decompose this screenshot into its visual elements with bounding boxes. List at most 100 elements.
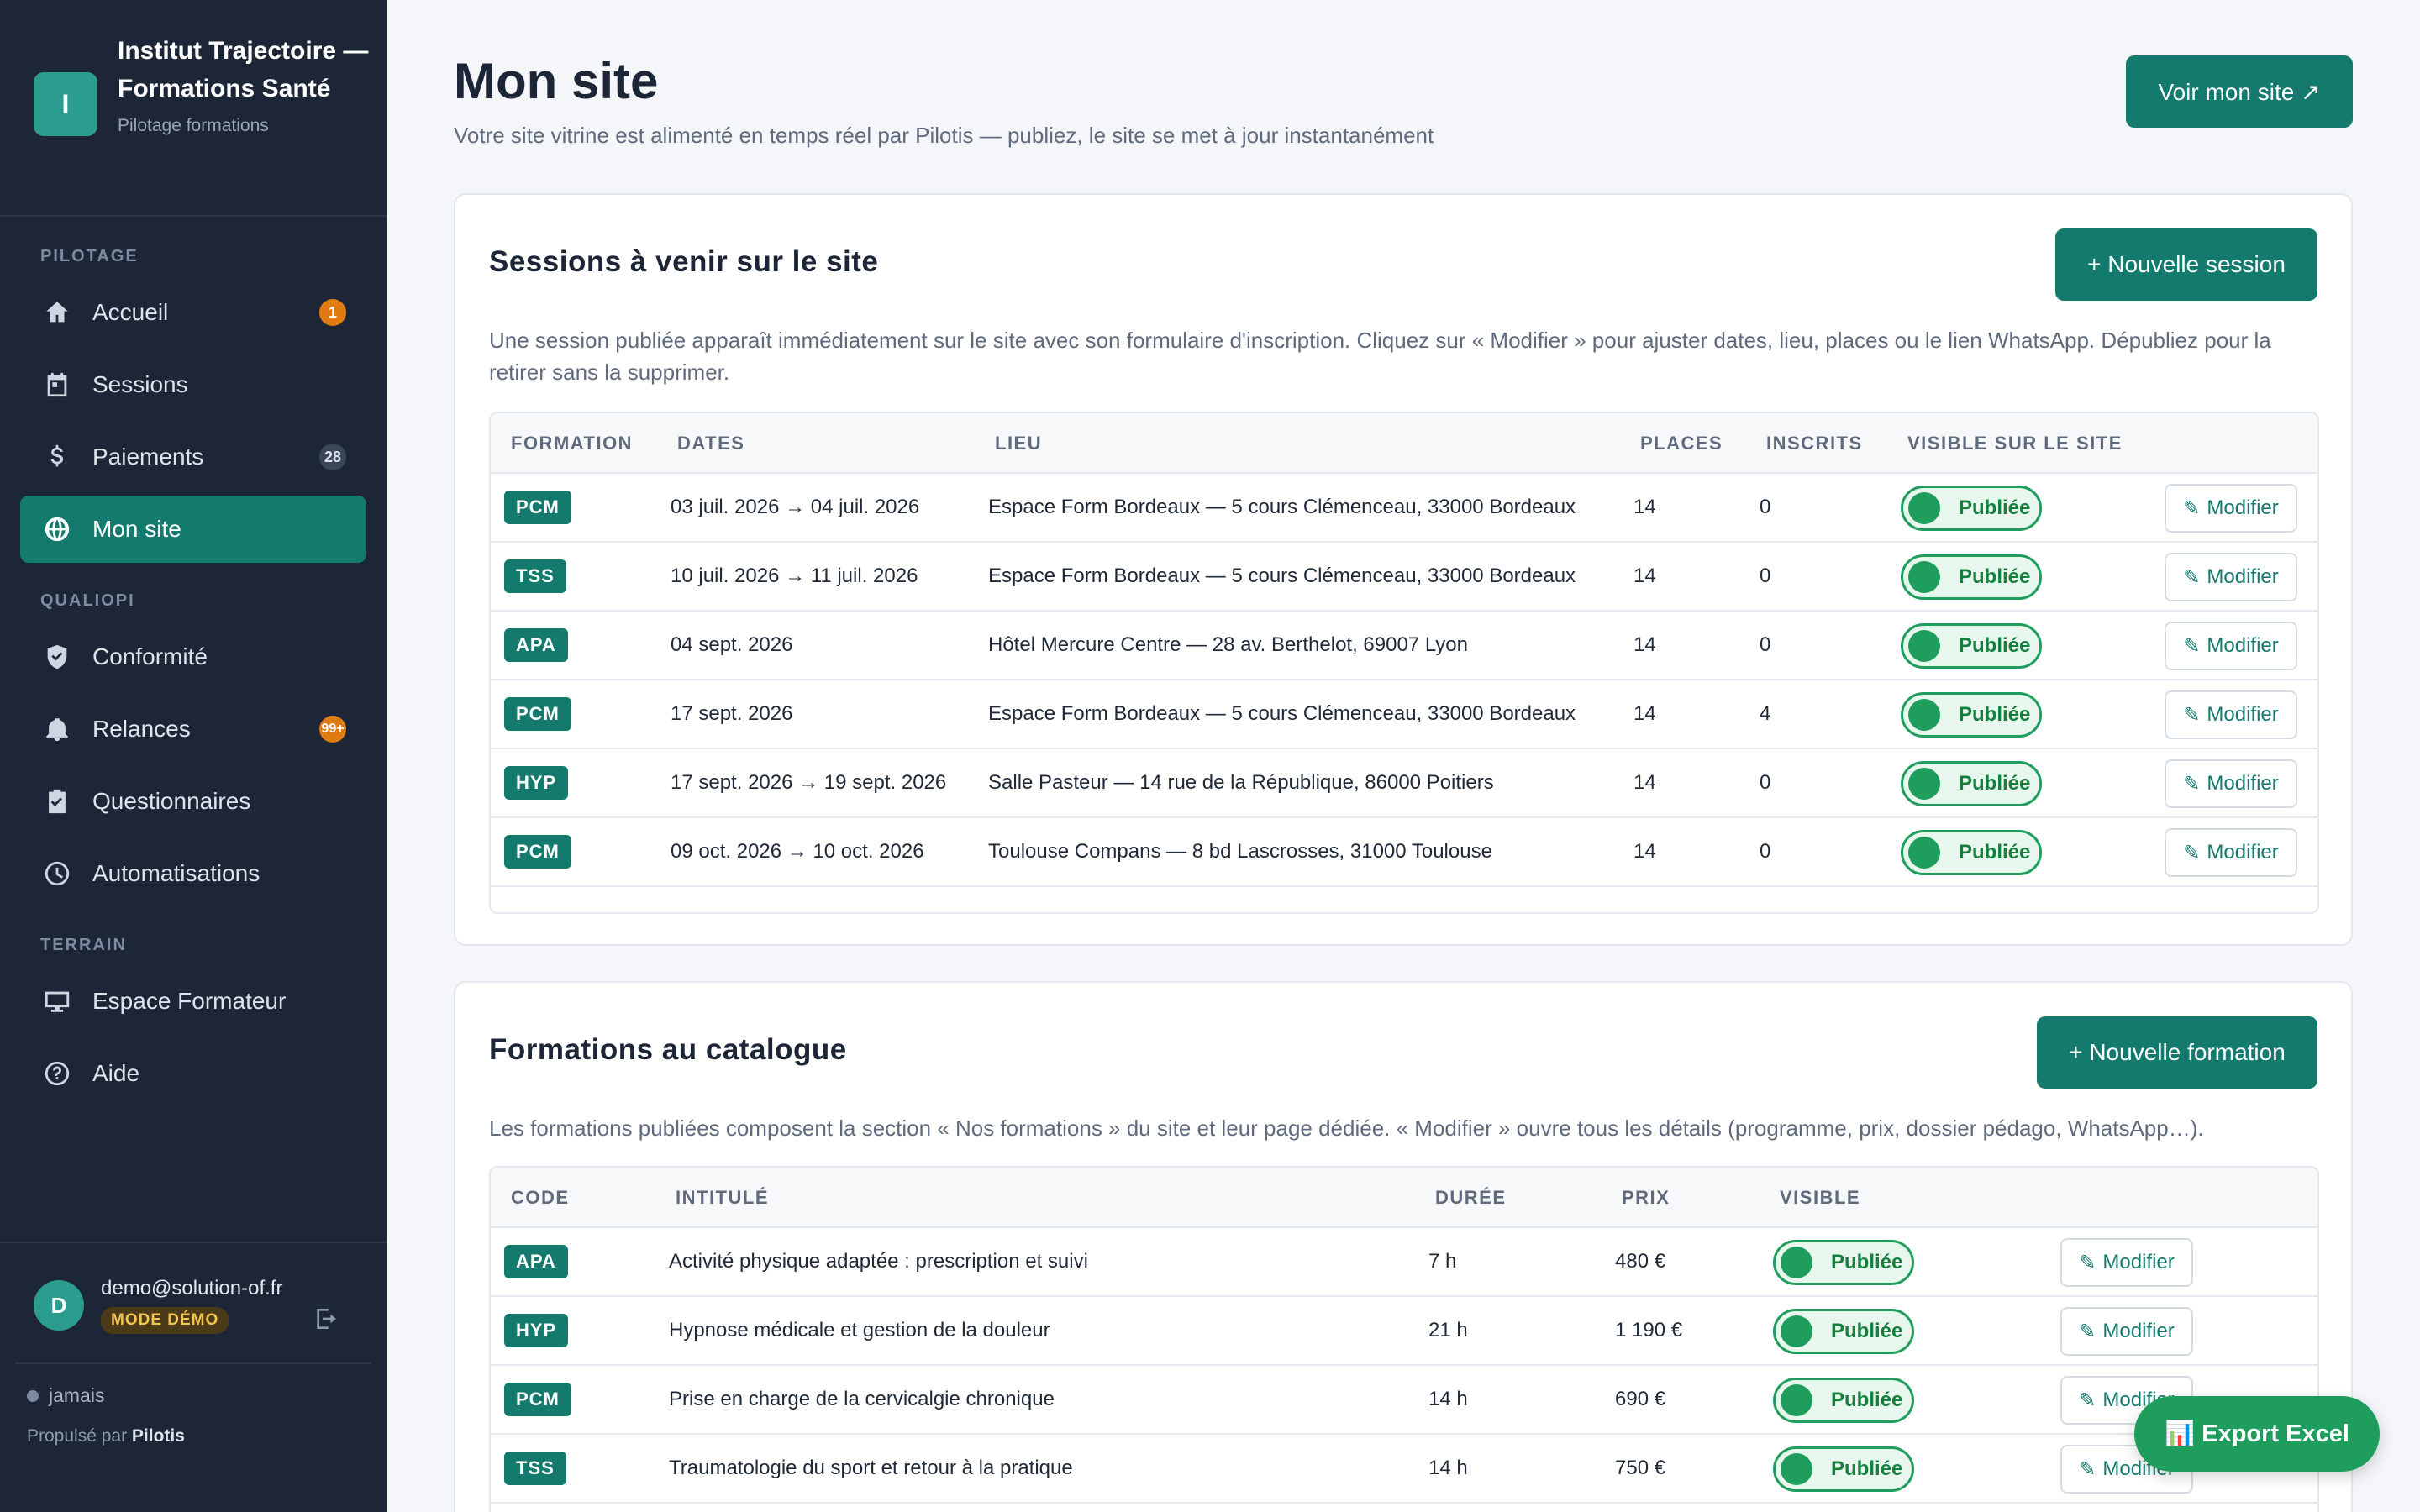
brand-name: Institut Trajectoire — Formations Santé: [118, 37, 369, 102]
formation-duration: 14 h: [1428, 1388, 1468, 1410]
session-dates: 17 sept. 2026: [671, 702, 793, 725]
table-row: PCM 09 oct. 2026 → 10 oct. 2026 Toulouse C…: [491, 818, 2317, 887]
edit-session-button[interactable]: ✎ Modifier: [2165, 622, 2297, 670]
sidebar-item-espace-formateur[interactable]: Espace Formateur: [20, 968, 366, 1035]
session-enrolled: 0: [1760, 564, 1771, 587]
logout-icon[interactable]: [313, 1305, 339, 1332]
pencil-icon: ✎: [2183, 703, 2201, 727]
calendar-icon: [40, 368, 74, 402]
session-places: 14: [1634, 840, 1656, 863]
catalog-card-title: Formations au catalogue: [489, 1033, 847, 1066]
home-icon: [40, 296, 74, 329]
visibility-toggle[interactable]: Publiée: [1901, 486, 2042, 531]
visibility-toggle[interactable]: Publiée: [1901, 692, 2042, 738]
column-header: DATES: [677, 433, 745, 454]
edit-label: Modifier: [2207, 703, 2279, 726]
sidebar-item-sessions[interactable]: Sessions: [20, 351, 366, 418]
visibility-toggle[interactable]: Publiée: [1773, 1240, 1914, 1285]
session-enrolled: 0: [1760, 496, 1771, 518]
export-excel-button[interactable]: 📊 Export Excel: [2134, 1396, 2380, 1472]
divider: [15, 1362, 371, 1364]
formation-code-tag: PCM: [504, 1383, 571, 1416]
edit-label: Modifier: [2207, 496, 2279, 519]
user-panel: D demo@solution-of.fr MODE DÉMO: [0, 1242, 387, 1334]
sidebar-item-conformite[interactable]: Conformité: [20, 623, 366, 690]
sidebar-item-label: Automatisations: [92, 860, 260, 886]
notification-badge: 99+: [319, 716, 346, 743]
sidebar-item-aide[interactable]: Aide: [20, 1040, 366, 1107]
edit-session-button[interactable]: ✎ Modifier: [2165, 690, 2297, 739]
sidebar-item-automatisations[interactable]: Automatisations: [20, 840, 366, 907]
visibility-toggle[interactable]: Publiée: [1901, 830, 2042, 875]
formation-code-tag: PCM: [504, 491, 571, 524]
sidebar-item-label: Mon site: [92, 516, 182, 542]
session-places: 14: [1634, 633, 1656, 656]
column-header: PLACES: [1640, 433, 1723, 454]
visibility-toggle[interactable]: Publiée: [1773, 1309, 1914, 1354]
toggle-knob: [1908, 561, 1940, 593]
session-location: Salle Pasteur — 14 rue de la République,…: [988, 771, 1494, 794]
toggle-knob: [1908, 768, 1940, 800]
session-location: Espace Form Bordeaux — 5 cours Clémencea…: [988, 702, 1576, 725]
monitor-icon: [40, 984, 74, 1018]
catalog-card-description: Les formations publiées composent la sec…: [489, 1116, 2204, 1141]
toggle-knob: [1781, 1384, 1812, 1416]
new-formation-button[interactable]: + Nouvelle formation: [2037, 1016, 2317, 1089]
edit-session-button[interactable]: ✎ Modifier: [2165, 553, 2297, 601]
visibility-toggle[interactable]: Publiée: [1901, 554, 2042, 600]
formation-price: 1 190 €: [1615, 1319, 1683, 1341]
column-header: PRIX: [1622, 1187, 1670, 1208]
edit-formation-button[interactable]: ✎ Modifier: [2060, 1307, 2193, 1356]
sidebar-item-questionnaires[interactable]: Questionnaires: [20, 768, 366, 835]
brand-subtitle: Pilotage formations: [118, 116, 269, 135]
formation-title: Traumatologie du sport et retour à la pr…: [669, 1457, 1073, 1479]
toggle-label: Publiée: [1959, 496, 2031, 519]
session-location: Espace Form Bordeaux — 5 cours Clémencea…: [988, 496, 1576, 518]
session-places: 14: [1634, 702, 1656, 725]
session-dates: 10 juil. 2026 → 11 juil. 2026: [671, 564, 918, 587]
formation-title: Prise en charge de la cervicalgie chroni…: [669, 1388, 1055, 1410]
edit-session-button[interactable]: ✎ Modifier: [2165, 484, 2297, 533]
table-row: HYP 17 sept. 2026 → 19 sept. 2026 Salle Pa…: [491, 749, 2317, 818]
toggle-label: Publiée: [1959, 841, 2031, 864]
new-session-button[interactable]: + Nouvelle session: [2055, 228, 2317, 301]
sidebar-item-mon-site[interactable]: Mon site: [20, 496, 366, 563]
session-dates: 09 oct. 2026 → 10 oct. 2026: [671, 840, 924, 863]
visibility-toggle[interactable]: Publiée: [1773, 1378, 1914, 1423]
edit-session-button[interactable]: ✎ Modifier: [2165, 759, 2297, 808]
edit-formation-button[interactable]: ✎ Modifier: [2060, 1238, 2193, 1287]
edit-label: Modifier: [2207, 634, 2279, 657]
visibility-toggle[interactable]: Publiée: [1901, 623, 2042, 669]
toggle-knob: [1908, 699, 1940, 731]
formation-price: 480 €: [1615, 1250, 1666, 1273]
catalog-card: Formations au catalogue + Nouvelle forma…: [454, 981, 2353, 1512]
edit-session-button[interactable]: ✎ Modifier: [2165, 828, 2297, 877]
section-label-terrain: TERRAIN: [40, 936, 127, 954]
toggle-knob: [1908, 492, 1940, 524]
sync-status-text: jamais: [49, 1384, 105, 1406]
formation-code-tag: TSS: [504, 559, 566, 593]
formation-price: 750 €: [1615, 1457, 1666, 1479]
toggle-knob: [1781, 1315, 1812, 1347]
pencil-icon: ✎: [2079, 1320, 2096, 1343]
column-header: INSCRITS: [1766, 433, 1863, 454]
main-content: Mon site Votre site vitrine est alimenté…: [387, 0, 2420, 1512]
sidebar-item-label: Accueil: [92, 299, 169, 325]
shield-check-icon: [40, 640, 74, 674]
toggle-label: Publiée: [1959, 772, 2031, 795]
pencil-icon: ✎: [2183, 772, 2201, 795]
pencil-icon: ✎: [2079, 1389, 2096, 1412]
sidebar-item-relances[interactable]: Relances 99+: [20, 696, 366, 763]
view-site-button[interactable]: Voir mon site ↗: [2126, 55, 2353, 128]
toggle-label: Publiée: [1831, 1389, 1903, 1411]
sidebar-item-accueil[interactable]: Accueil 1: [20, 279, 366, 346]
page-title: Mon site: [454, 53, 659, 109]
visibility-toggle[interactable]: Publiée: [1901, 761, 2042, 806]
powered-prefix: Propulsé par: [27, 1426, 128, 1446]
visibility-toggle[interactable]: Publiée: [1773, 1446, 1914, 1492]
catalog-table: CODE INTITULÉ DURÉE PRIX VISIBLE APA Acti…: [489, 1166, 2319, 1512]
table-row: APA 04 sept. 2026 Hôtel Mercure Centre — 2…: [491, 612, 2317, 680]
pencil-icon: ✎: [2183, 565, 2201, 589]
powered-by: Propulsé par Pilotis: [27, 1426, 185, 1446]
sidebar-item-paiements[interactable]: Paiements 28: [20, 423, 366, 491]
